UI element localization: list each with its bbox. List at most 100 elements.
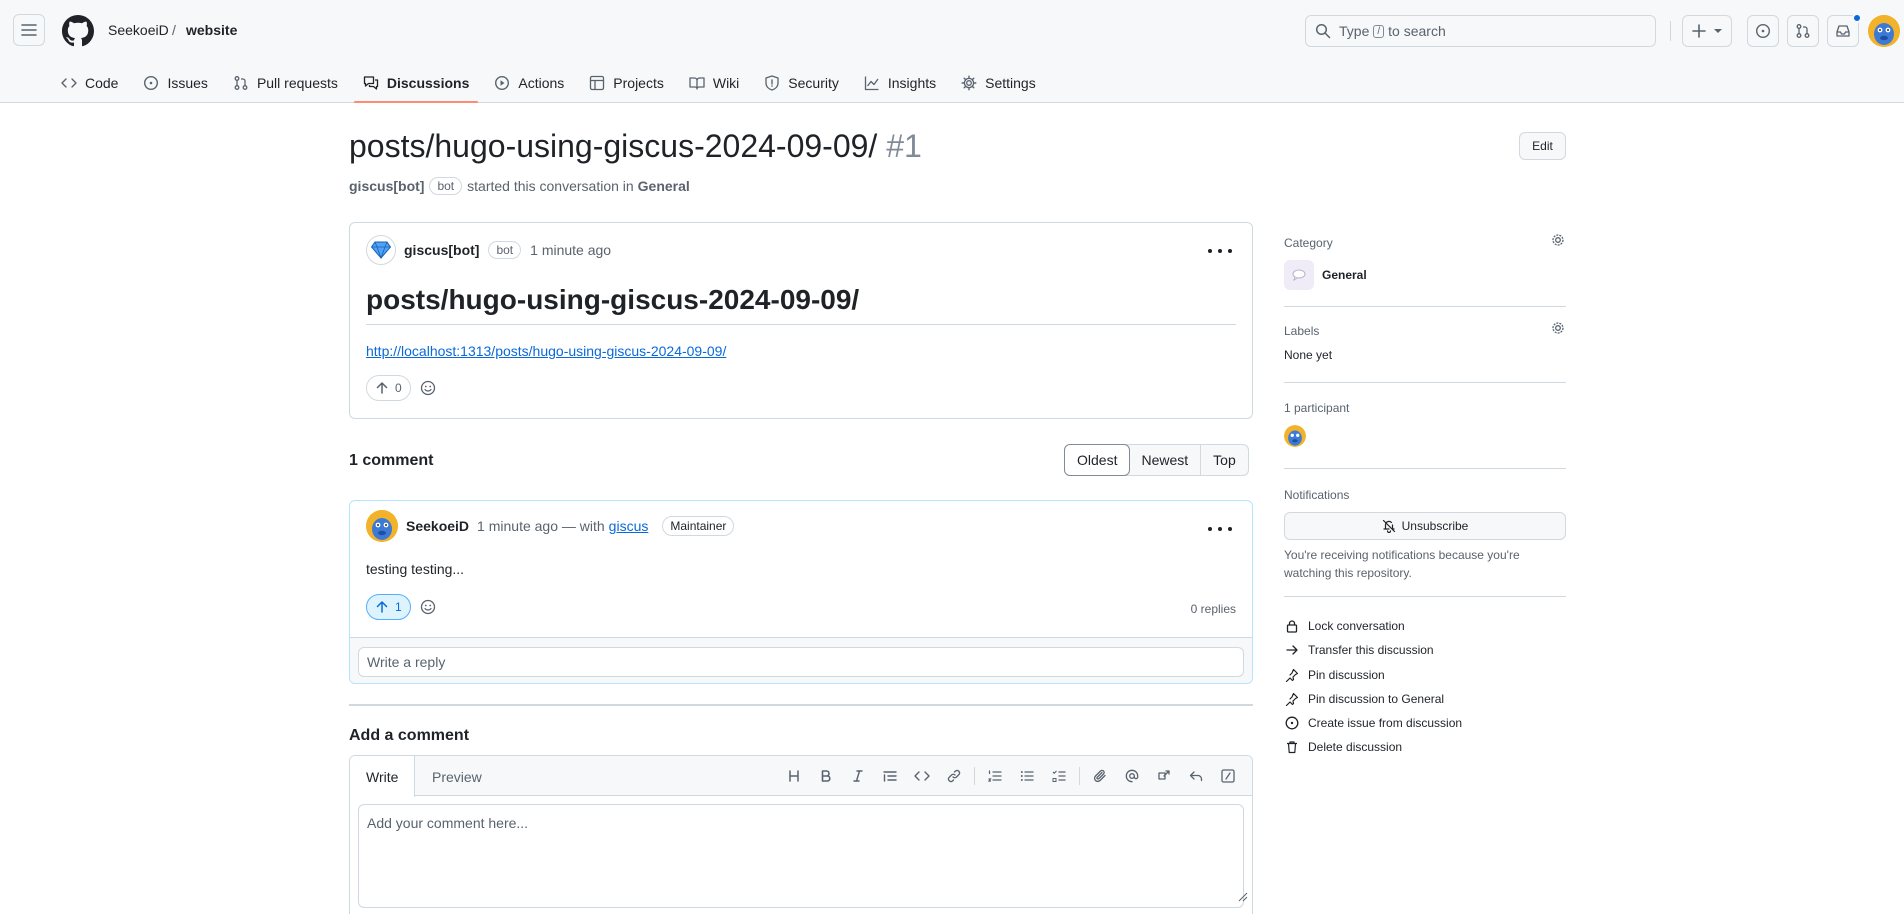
starter-name[interactable]: giscus[bot]: [349, 178, 424, 194]
user-avatar[interactable]: [1868, 15, 1900, 47]
create-issue-action[interactable]: Create issue from discussion: [1284, 716, 1462, 730]
started-text: started this conversation in: [467, 178, 634, 194]
category-gear-icon[interactable]: [1550, 232, 1566, 248]
comments-count: 1 comment: [349, 452, 434, 469]
hamburger-menu-icon[interactable]: [13, 14, 45, 46]
cross-reference-icon[interactable]: [1148, 762, 1180, 790]
toolbar-separator: [974, 767, 975, 785]
reply-input[interactable]: Write a reply: [358, 647, 1244, 677]
pull-request-icon: [233, 75, 249, 91]
tab-write[interactable]: Write: [350, 756, 416, 797]
category-link[interactable]: General: [638, 178, 690, 194]
pull-requests-button[interactable]: [1787, 15, 1819, 47]
play-icon: [494, 75, 510, 91]
sort-oldest-button[interactable]: Oldest: [1064, 444, 1131, 476]
tab-issues[interactable]: Issues: [134, 68, 216, 98]
post-upvote-button[interactable]: 0: [366, 375, 411, 401]
labels-value: None yet: [1284, 348, 1333, 362]
breadcrumb-owner[interactable]: SeekoeiD: [108, 22, 169, 38]
sort-newest-button[interactable]: Newest: [1129, 445, 1202, 475]
lock-icon: [1284, 619, 1300, 633]
tab-projects[interactable]: Projects: [580, 68, 673, 98]
tab-wiki[interactable]: Wiki: [680, 68, 748, 98]
tab-actions[interactable]: Actions: [485, 68, 573, 98]
tab-preview[interactable]: Preview: [416, 756, 498, 797]
comment-header: SeekoeiD 1 minute ago — with giscus Main…: [366, 510, 735, 542]
post-add-reaction-smiley-icon[interactable]: [415, 375, 441, 401]
tab-insights[interactable]: Insights: [855, 68, 945, 98]
github-logo-icon[interactable]: [62, 15, 94, 47]
comment-options-kebab-icon[interactable]: [1208, 521, 1232, 537]
mention-icon[interactable]: [1116, 762, 1148, 790]
quote-icon[interactable]: [874, 762, 906, 790]
triangle-down-icon: [1713, 26, 1723, 36]
giscus-link[interactable]: giscus: [609, 518, 649, 534]
search-icon: [1315, 23, 1331, 39]
discussion-subtitle: giscus[bot] bot started this conversatio…: [349, 177, 690, 195]
resize-handle-icon[interactable]: [1236, 890, 1248, 914]
book-icon: [689, 75, 705, 91]
lock-conversation-action[interactable]: Lock conversation: [1284, 619, 1405, 633]
post-time[interactable]: 1 minute ago: [530, 242, 611, 258]
arrow-right-icon: [1284, 643, 1300, 657]
labels-gear-icon[interactable]: [1550, 320, 1566, 336]
global-header: SeekoeiD / website Type / to search Code…: [0, 0, 1904, 103]
heading-icon[interactable]: [778, 762, 810, 790]
comment-author[interactable]: SeekoeiD: [406, 518, 469, 534]
category-value: General: [1322, 268, 1367, 282]
tab-code-label: Code: [85, 75, 119, 91]
pin-discussion-action[interactable]: Pin discussion: [1284, 668, 1385, 682]
breadcrumb-repo[interactable]: website: [186, 22, 237, 38]
comment-textarea[interactable]: Add your comment here...: [358, 804, 1244, 908]
italic-icon[interactable]: [842, 762, 874, 790]
category-title: Category: [1284, 236, 1333, 250]
tab-security[interactable]: Security: [755, 68, 848, 98]
bot-badge: bot: [429, 177, 463, 195]
post-author[interactable]: giscus[bot]: [404, 242, 479, 258]
tab-pull-requests[interactable]: Pull requests: [224, 68, 347, 98]
bold-icon[interactable]: [810, 762, 842, 790]
comment-author-avatar[interactable]: [366, 510, 398, 542]
sidebar-divider: [1284, 306, 1566, 307]
delete-discussion-action[interactable]: Delete discussion: [1284, 740, 1402, 754]
search-input[interactable]: Type / to search: [1305, 15, 1656, 47]
sort-top-button[interactable]: Top: [1201, 445, 1248, 475]
pin-discussion-to-general-action[interactable]: Pin discussion to General: [1284, 692, 1444, 706]
tab-wiki-label: Wiki: [712, 75, 740, 91]
reply-icon[interactable]: [1180, 762, 1212, 790]
unsubscribe-button[interactable]: Unsubscribe: [1284, 512, 1566, 540]
create-issue-label: Create issue from discussion: [1308, 716, 1463, 730]
tab-code[interactable]: Code: [52, 68, 127, 98]
comment-upvote-button[interactable]: 1: [366, 594, 411, 620]
notification-note: You're receiving notifications because y…: [1284, 548, 1520, 580]
section-divider: [349, 704, 1253, 706]
header-divider: [1670, 21, 1671, 41]
issues-button[interactable]: [1747, 15, 1779, 47]
transfer-discussion-action[interactable]: Transfer this discussion: [1284, 643, 1434, 657]
post-options-kebab-icon[interactable]: [1208, 243, 1232, 259]
tab-actions-label: Actions: [518, 75, 565, 91]
create-new-button[interactable]: [1682, 15, 1732, 47]
discussion-title: posts/hugo-using-giscus-2024-09-09/: [349, 128, 878, 164]
issue-icon: [1755, 23, 1771, 39]
code-icon[interactable]: [906, 762, 938, 790]
comment-add-reaction-smiley-icon[interactable]: [415, 594, 441, 620]
slash-command-icon[interactable]: [1212, 762, 1244, 790]
paperclip-icon[interactable]: [1084, 762, 1116, 790]
category-row[interactable]: General: [1284, 260, 1566, 290]
edit-button[interactable]: Edit: [1519, 132, 1566, 160]
toolbar-separator: [1079, 767, 1080, 785]
comment-time[interactable]: 1 minute ago — with: [477, 518, 605, 534]
link-icon[interactable]: [938, 762, 970, 790]
bullet-list-icon[interactable]: [1011, 762, 1043, 790]
post-url-link[interactable]: http://localhost:1313/posts/hugo-using-g…: [366, 343, 726, 359]
tab-discussions[interactable]: Discussions: [353, 68, 479, 103]
numbered-list-icon[interactable]: [979, 762, 1011, 790]
comment-sort-group: Oldest Newest Top: [1064, 444, 1249, 476]
bell-slash-icon: [1382, 519, 1396, 533]
task-list-icon[interactable]: [1043, 762, 1075, 790]
participant-avatar[interactable]: [1284, 425, 1306, 447]
tab-settings[interactable]: Settings: [952, 68, 1045, 98]
giscus-bot-avatar[interactable]: [366, 235, 396, 265]
pin-discussion-to-general-label: Pin discussion to General: [1308, 692, 1445, 706]
